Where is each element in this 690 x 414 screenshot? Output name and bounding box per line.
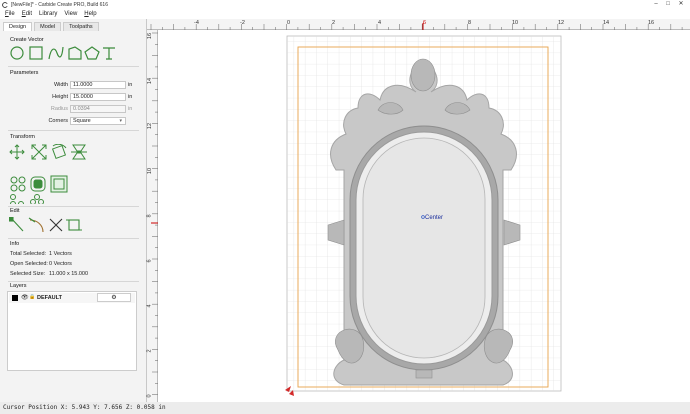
menu-library[interactable]: Library [39,11,57,17]
selected-size-label: Selected Size: [10,271,46,277]
selected-size-row: Selected Size: 11.000 x 15.000 [10,271,88,277]
menu-file[interactable]: File [5,11,15,17]
corners-select[interactable]: Square ▾ [70,117,126,125]
design-canvas[interactable]: Center [158,30,690,402]
pattern-tool-icon[interactable] [30,194,44,205]
edit-toolbar [9,217,82,233]
parameters-heading: Parameters [10,70,39,76]
corners-value: Square [73,118,91,124]
polyline-tool-icon[interactable] [68,46,82,60]
total-selected-label: Total Selected: [10,251,47,257]
total-selected-row: Total Selected: 1 Vectors [10,251,72,257]
menu-edit-label: dit [25,11,33,17]
top-ruler: -4 -2 0 2 4 6 8 10 12 14 16 [147,19,690,30]
menu-edit[interactable]: Edit [22,11,32,17]
close-button[interactable]: ✕ [675,0,687,9]
menu-help-label: elp [88,11,97,17]
window-title: [NewFile]* - Carbide Create PRO, Build 6… [11,1,108,8]
fillet-tool-icon[interactable] [28,217,44,233]
circle-tool-icon[interactable] [10,46,24,60]
rotate-tool-icon[interactable] [51,144,67,160]
open-selected-value: 0 Vectors [49,261,72,267]
rectangle-tool-icon[interactable] [29,46,43,60]
left-ruler-ticks [151,32,158,395]
menu-bar: File Edit Library View Help [0,9,690,19]
polygon-tool-icon[interactable] [84,46,100,60]
array-tool-icon[interactable] [10,194,24,205]
info-heading: Info [10,241,20,247]
chevron-down-icon: ▾ [119,118,122,124]
cursor-position: Cursor Position X: 5.943 Y: 7.656 Z: 0.0… [3,404,166,411]
corners-label: Corners [48,118,68,124]
design-panel: Design Model Toolpaths Create Vector Par… [0,19,147,402]
tab-toolpaths[interactable]: Toolpaths [63,22,99,31]
layer-row[interactable]: 👁 🔒 DEFAULT ⚙ [9,293,135,303]
menu-file-label: ile [8,11,15,17]
node-edit-tool-icon[interactable] [9,217,24,232]
width-label: Width [53,82,68,88]
curve-tool-icon[interactable] [48,46,64,60]
join-tool-icon[interactable] [66,219,82,231]
layers-heading: Layers [10,283,27,289]
open-selected-row: Open Selected: 0 Vectors [10,261,72,267]
move-tool-icon[interactable] [9,144,25,160]
height-label: Height [52,94,68,100]
transform-heading: Transform [10,134,35,140]
total-selected-value: 1 Vectors [49,251,72,257]
radius-unit: in [128,106,133,112]
center-label: Center [425,215,443,221]
app-logo-icon [2,1,8,8]
create-vector-toolbar [10,46,115,60]
text-tool-icon[interactable] [103,47,115,60]
layer-color-swatch[interactable] [12,295,18,301]
minimize-button[interactable]: – [650,0,662,9]
top-ruler-ticks [150,23,683,30]
tab-bar: Design Model Toolpaths [3,22,99,31]
transform-toolbar [9,144,87,205]
tab-design[interactable]: Design [3,22,33,31]
align-tool-icon[interactable] [10,176,26,192]
layers-list: 👁 🔒 DEFAULT ⚙ [7,291,137,371]
edit-heading: Edit [10,208,20,214]
selected-size-value: 11.000 x 15.000 [49,271,89,277]
carbide-create-window: [NewFile]* - Carbide Create PRO, Build 6… [0,0,690,414]
lock-icon[interactable]: 🔒 [29,294,35,300]
open-selected-label: Open Selected: [10,261,48,267]
radius-label: Radius [50,106,68,112]
radius-field: 0.0394 [70,105,126,113]
group-tool-icon[interactable] [50,175,68,193]
trim-tool-icon[interactable] [49,218,63,232]
status-bar: Cursor Position X: 5.943 Y: 7.656 Z: 0.0… [0,402,690,414]
width-unit: in [128,82,133,88]
mirror-tool-icon[interactable] [71,144,87,160]
layer-name: DEFAULT [37,295,62,301]
menu-view[interactable]: View [64,11,77,17]
tab-model[interactable]: Model [34,22,62,31]
left-ruler: 16 14 12 10 8 6 4 2 0 [147,30,158,402]
canvas-drawing: Center [285,35,562,396]
width-field[interactable]: 11.0000 [70,81,126,89]
create-vector-heading: Create Vector [10,37,44,43]
gear-icon[interactable]: ⚙ [97,293,131,302]
height-field[interactable]: 15.0000 [70,93,126,101]
menu-help[interactable]: Help [84,11,96,17]
offset-tool-icon[interactable] [30,176,46,192]
eye-icon[interactable]: 👁 [21,294,29,301]
scale-tool-icon[interactable] [31,144,47,160]
maximize-button[interactable]: □ [662,0,674,9]
title-bar: [NewFile]* - Carbide Create PRO, Build 6… [0,0,690,9]
height-unit: in [128,94,133,100]
